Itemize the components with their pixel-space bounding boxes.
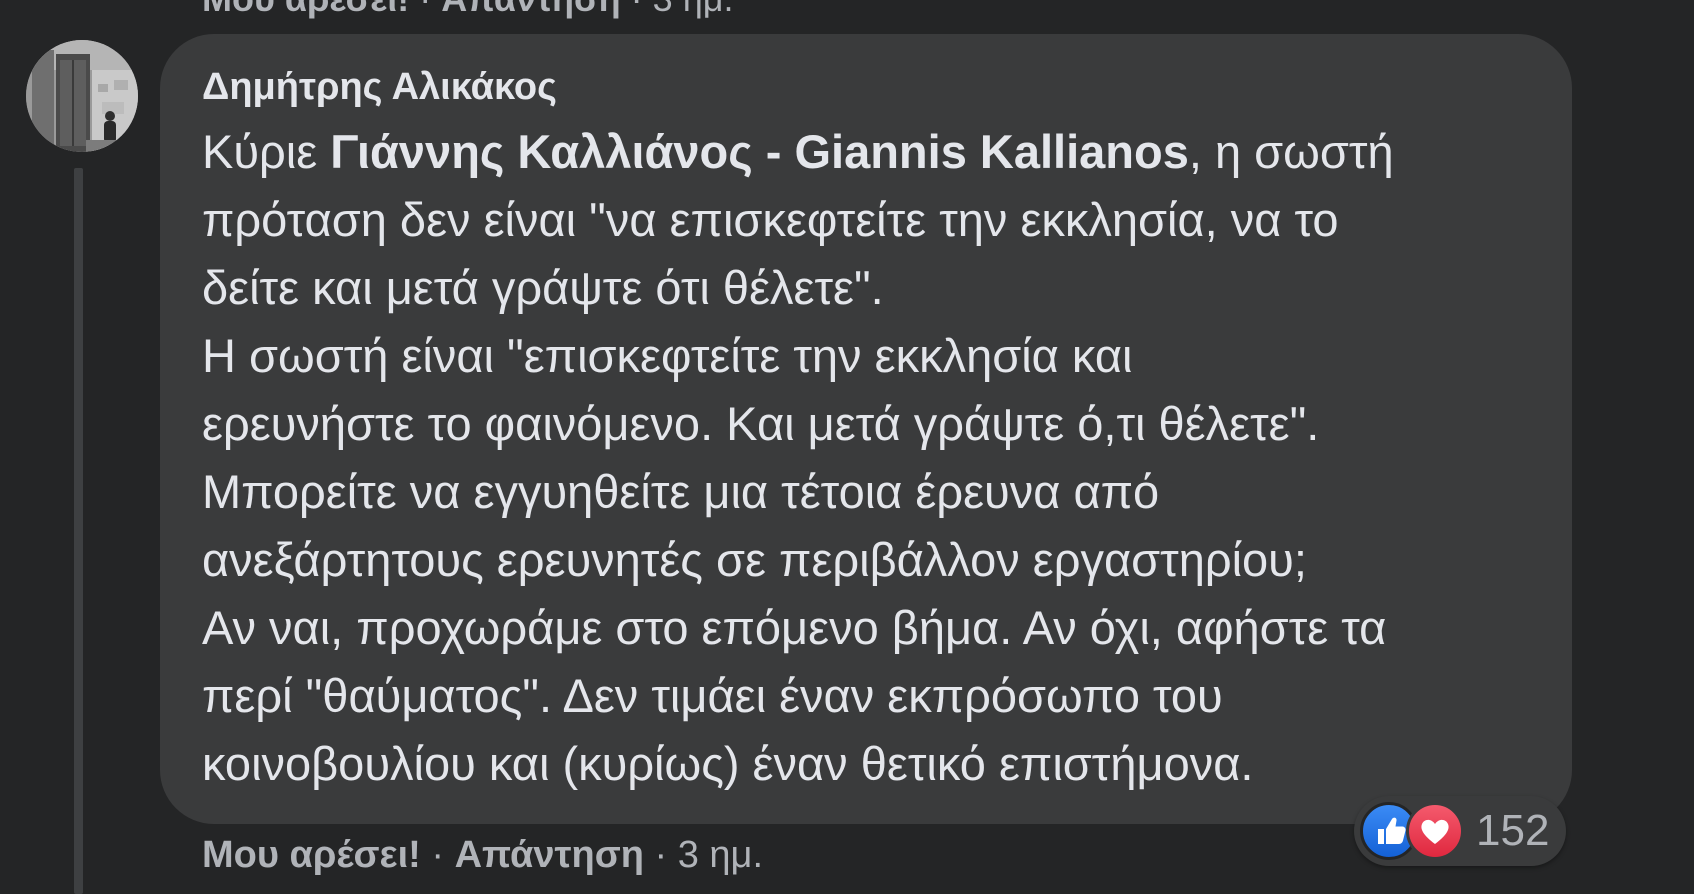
comment-line: Κύριε Γιάννης Καλλιάνος - Giannis Kallia…	[202, 118, 1542, 186]
separator: ·	[621, 0, 653, 19]
comment-line: ανεξάρτητους ερευνητές σε περιβάλλον εργ…	[202, 533, 1307, 586]
separator: ·	[643, 834, 678, 876]
comment-line: Μπορείτε να εγγυηθείτε μια τέτοια έρευνα…	[202, 465, 1160, 518]
reply-link[interactable]: Απάντηση	[455, 834, 644, 876]
previous-comment-actions: Μου αρέσει! · Απάντηση · 3 ημ.	[202, 0, 733, 20]
mention-link[interactable]: Γιάννης Καλλιάνος - Giannis Kallianos	[330, 125, 1189, 178]
comment-line: δείτε και μετά γράψτε ότι θέλετε".	[202, 261, 884, 314]
reaction-count: 152	[1476, 806, 1550, 855]
comment-line: κοινοβουλίου και (κυρίως) έναν θετικό επ…	[202, 737, 1254, 790]
like-link[interactable]: Μου αρέσει!	[202, 834, 421, 876]
previous-like-link[interactable]: Μου αρέσει!	[202, 0, 409, 19]
previous-reply-link[interactable]: Απάντηση	[441, 0, 620, 19]
comment-text: , η σωστή	[1188, 125, 1394, 178]
comment-body: Κύριε Γιάννης Καλλιάνος - Giannis Kallia…	[202, 118, 1542, 798]
comment-line: Αν ναι, προχωράμε στο επόμενο βήμα. Αν ό…	[202, 601, 1387, 654]
comment-text: Κύριε	[202, 125, 331, 178]
comment-line: ερευνήστε το φαινόμενο. Και μετά γράψτε …	[202, 397, 1320, 450]
avatar[interactable]	[26, 40, 138, 152]
avatar-photo	[26, 40, 138, 152]
comment-line: περί "θαύματος". Δεν τιμάει έναν εκπρόσω…	[202, 669, 1223, 722]
love-icon	[1406, 802, 1464, 860]
reactions-summary[interactable]: 152	[1354, 796, 1566, 866]
comment-timestamp[interactable]: 3 ημ.	[678, 834, 763, 876]
comment-thread: Μου αρέσει! · Απάντηση · 3 ημ. Δημήτρης …	[0, 0, 1694, 894]
previous-timestamp[interactable]: 3 ημ.	[653, 0, 734, 19]
comment-line: Η σωστή είναι "επισκεφτείτε την εκκλησία…	[202, 329, 1133, 382]
comment-author-name[interactable]: Δημήτρης Αλικάκος	[202, 66, 557, 109]
thread-line	[74, 168, 83, 894]
separator: ·	[420, 834, 455, 876]
comment-actions: Μου αρέσει! · Απάντηση · 3 ημ.	[202, 834, 763, 877]
separator: ·	[409, 0, 441, 19]
comment-line: πρόταση δεν είναι "να επισκεφτείτε την ε…	[202, 193, 1339, 246]
